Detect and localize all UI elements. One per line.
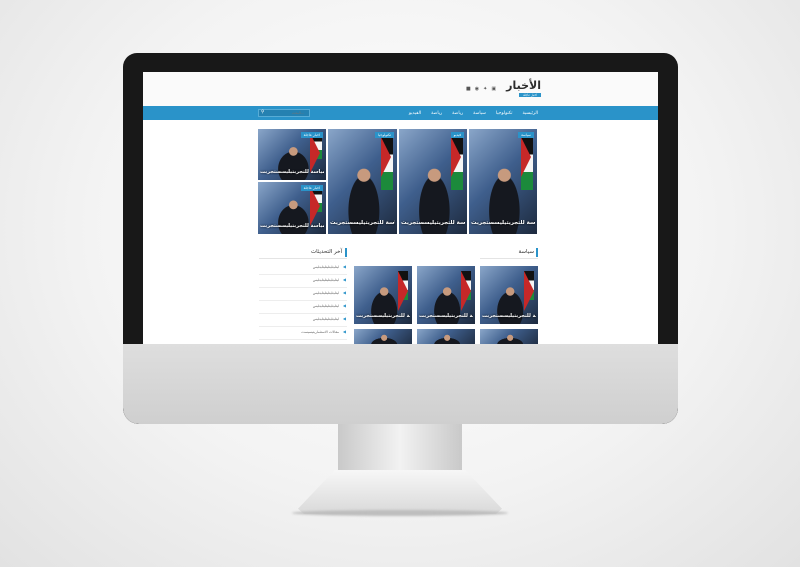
list-item[interactable]: ◀ ليتليتليتليتليتليتليس [259,262,347,275]
site-logo[interactable]: الأخبار اخبار عاجلة [505,80,541,97]
monitor-frame: الأخبار اخبار عاجلة ■ ◉ ✦ ▣ الرئيسية تكن… [123,53,678,424]
politics-card-1[interactable]: سياسة للتجربتيليسستجربت [480,266,538,324]
card-title[interactable]: سياسة للتجربتيليسستجربت [419,313,473,319]
search-icon[interactable]: ⚲ [261,110,264,116]
list-item[interactable]: ◀ ليتليتليتليتليتليتليس [259,314,347,327]
latest-heading: آخر التحديثات [311,248,347,257]
list-item[interactable]: ◀ ليتليتليتليتليتليتليس [259,301,347,314]
site-header: الأخبار اخبار عاجلة ■ ◉ ✦ ▣ [143,72,658,106]
search-box: ⚲ [258,109,310,117]
nav-item-technology[interactable]: تكنولوجيا [496,111,513,116]
nav-item-home[interactable]: الرئيسية [523,111,539,116]
featured-card-3[interactable]: تكنولوجيا سياسة للتجربتيليسستجربت [328,129,397,234]
list-item[interactable]: ◀ ليتليتليتليتليتليتليس [259,288,347,301]
social-links: ■ ◉ ✦ ▣ [466,86,496,92]
card-title[interactable]: سياسة للتجربتيليسستجربت [330,220,395,226]
list-item[interactable]: ◀ مقالات الاستثماريتيسيست [259,327,347,340]
nav-item-sports-2[interactable]: رياضة [431,111,442,116]
featured-card-2[interactable]: فيديو سياسة للتجربتيليسستجربت [399,129,467,234]
list-item[interactable]: ◀ ليتليتليتليتليتليتليس [259,275,347,288]
category-badge[interactable]: اخبار عاجلة [300,185,323,191]
category-badge[interactable]: تكنولوجيا [375,132,394,138]
monitor-stand [298,470,502,514]
main-nav: الرئيسية تكنولوجيا سياسة رياضة رياضة الف… [143,106,658,120]
chevron-icon: ◀ [342,264,346,269]
card-title[interactable]: سياسة للتجربتيليسستجربت [482,313,536,319]
card-title[interactable]: سياسة للتجربتيليسستجربت [260,169,324,175]
chevron-icon: ◀ [342,277,346,282]
politics-heading[interactable]: سياسة [518,248,538,257]
featured-card-5[interactable]: اخبار عاجلة سياسة للتجربتيليسستجربت [258,182,326,234]
instagram-icon[interactable]: ◉ [475,86,479,92]
card-title[interactable]: سياسة للتجربتيليسستجربت [401,220,465,226]
chevron-icon: ◀ [342,329,346,334]
nav-item-sports[interactable]: رياضة [452,111,463,116]
politics-card-3[interactable]: سياسة للتجربتيليسستجربت [354,266,412,324]
search-input[interactable] [268,110,304,116]
chevron-icon: ◀ [342,316,346,321]
logo-subtitle: اخبار عاجلة [519,93,541,97]
politics-card-6[interactable] [354,329,412,344]
twitter-icon[interactable]: ✦ [483,86,487,92]
stand-shadow [292,510,508,516]
screen: الأخبار اخبار عاجلة ■ ◉ ✦ ▣ الرئيسية تكن… [143,72,658,344]
politics-card-4[interactable] [480,329,538,344]
chevron-icon: ◀ [342,303,346,308]
logo-title: الأخبار [506,79,541,92]
politics-card-2[interactable]: سياسة للتجربتيليسستجربت [417,266,475,324]
featured-card-1[interactable]: سياسة سياسة للتجربتيليسستجربت [469,129,537,234]
category-badge[interactable]: اخبار عاجلة [300,132,323,138]
latest-updates-list: ◀ ليتليتليتليتليتليتليس ◀ ليتليتليتليتليتل… [259,262,347,340]
category-badge[interactable]: فيديو [450,132,464,138]
politics-card-5[interactable] [417,329,475,344]
card-title[interactable]: سياسة للتجربتيليسستجربت [471,220,535,226]
card-title[interactable]: سياسة للتجربتيليسستجربت [356,313,410,319]
latest-section-header: آخر التحديثات [259,248,347,259]
category-badge[interactable]: سياسة [518,132,534,138]
chevron-icon: ◀ [342,290,346,295]
user-icon[interactable]: ■ [466,86,471,92]
nav-item-politics[interactable]: سياسة [473,111,486,116]
monitor-neck [338,424,462,474]
politics-section-header: سياسة [480,248,538,259]
featured-card-4[interactable]: اخبار عاجلة سياسة للتجربتيليسستجربت [258,129,326,180]
facebook-icon[interactable]: ▣ [491,86,496,92]
nav-item-video[interactable]: الفيديو [409,111,421,116]
card-title[interactable]: سياسة للتجربتيليسستجربت [260,223,324,229]
monitor-chin [123,344,678,424]
